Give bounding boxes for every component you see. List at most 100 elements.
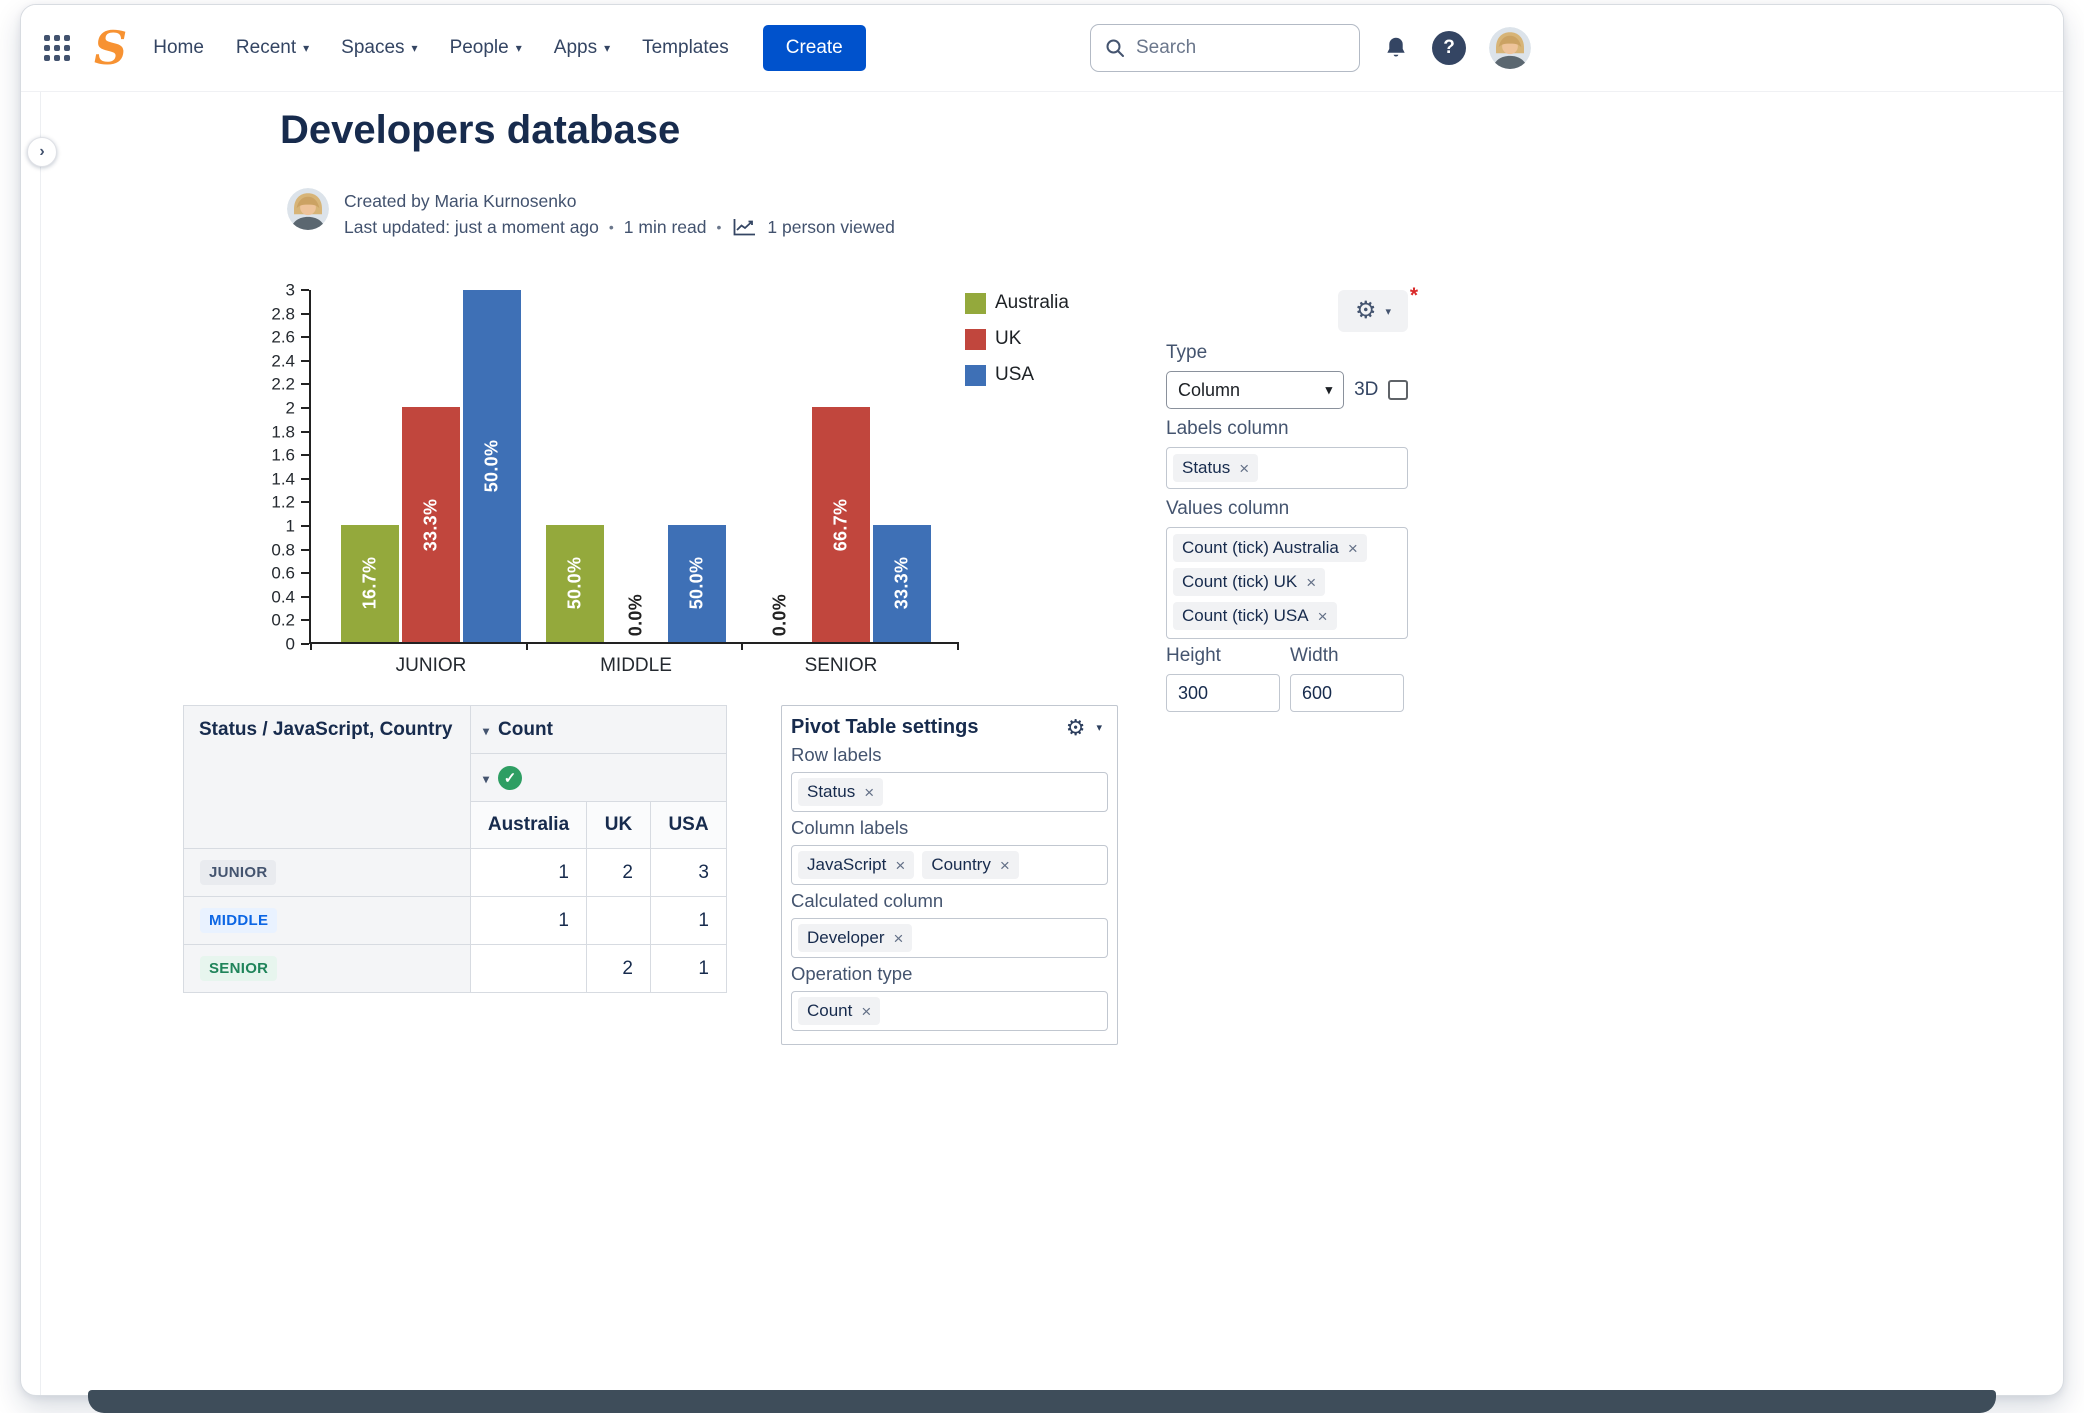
nav-item-people[interactable]: People ▾	[450, 37, 522, 59]
app-window: S Home Recent ▾ Spaces ▾ People ▾	[20, 4, 2064, 1396]
collapse-chevron-icon[interactable]: ▾	[483, 724, 489, 738]
tag-count[interactable]: Count ×	[798, 997, 880, 1025]
calculated-column-field[interactable]: Developer ×	[791, 918, 1108, 958]
search-input[interactable]	[1136, 37, 1345, 59]
nav-label: Home	[153, 37, 204, 59]
tag-count-australia[interactable]: Count (tick) Australia ×	[1173, 534, 1367, 562]
notifications-bell-icon[interactable]	[1383, 35, 1409, 61]
tag-country[interactable]: Country ×	[922, 851, 1018, 879]
row-labels-label: Row labels	[791, 744, 1108, 766]
chart-settings-gear-button[interactable]: ⚙ ▾ *	[1338, 290, 1408, 332]
y-tick-label: 1.2	[271, 494, 295, 511]
tag-label: Status	[1182, 458, 1230, 478]
height-width-inputs	[1166, 674, 1408, 712]
tag-status[interactable]: Status ×	[798, 778, 883, 806]
author-avatar[interactable]	[287, 188, 329, 230]
sidebar-expand-button[interactable]: ›	[27, 137, 57, 167]
bar-uk-senior: 66.7%	[812, 407, 870, 642]
x-category-label: JUNIOR	[341, 655, 521, 677]
nav-item-templates[interactable]: Templates	[642, 37, 729, 59]
chevron-down-icon: ▾	[303, 41, 309, 55]
create-button[interactable]: Create	[763, 25, 866, 71]
bar-slot: 33.3%	[402, 290, 460, 642]
nav-item-apps[interactable]: Apps ▾	[554, 37, 610, 59]
x-tick-mark	[310, 642, 312, 650]
remove-icon[interactable]: ×	[1348, 540, 1358, 557]
tag-label: Developer	[807, 928, 885, 948]
y-tick-mark	[301, 336, 309, 338]
values-column-field[interactable]: Count (tick) Australia × Count (tick) UK…	[1166, 527, 1408, 639]
height-width-labels: Height Width	[1166, 645, 1408, 667]
legend-swatch	[965, 365, 986, 386]
remove-icon[interactable]: ×	[864, 784, 874, 801]
nav-label: Templates	[642, 37, 729, 59]
tag-label: Count (tick) USA	[1182, 606, 1309, 626]
pivot-col-header-australia: Australia	[471, 802, 587, 849]
labels-column-field[interactable]: Status ×	[1166, 447, 1408, 489]
app-switcher-icon[interactable]	[44, 35, 70, 61]
page-content: › Developers database Created by Maria K…	[21, 92, 2063, 1396]
required-marker: *	[1410, 284, 1418, 308]
column-labels-field[interactable]: JavaScript × Country ×	[791, 845, 1108, 885]
remove-icon[interactable]: ×	[861, 1003, 871, 1020]
operation-type-field[interactable]: Count ×	[791, 991, 1108, 1031]
pivot-settings-header: Pivot Table settings ⚙ ▾	[791, 716, 1108, 739]
bar-slot: 0.0%	[607, 290, 665, 642]
remove-icon[interactable]: ×	[1000, 857, 1010, 874]
window-bottom-edge	[88, 1390, 1996, 1413]
bar-value-label: 50.0%	[482, 440, 503, 493]
remove-icon[interactable]: ×	[894, 930, 904, 947]
chart-type-select[interactable]: Column ▾	[1166, 371, 1344, 409]
calculated-column-label: Calculated column	[791, 890, 1108, 912]
bar-value-label: 16.7%	[360, 557, 381, 610]
y-tick-mark	[301, 360, 309, 362]
remove-icon[interactable]: ×	[1318, 608, 1328, 625]
threed-checkbox[interactable]	[1388, 380, 1408, 400]
bullet-separator: •	[609, 214, 614, 240]
legend-item-uk: UK	[965, 328, 1069, 350]
remove-icon[interactable]: ×	[1239, 460, 1249, 477]
help-button[interactable]: ?	[1432, 31, 1466, 65]
page-title: Developers database	[280, 108, 680, 153]
row-labels-field[interactable]: Status ×	[791, 772, 1108, 812]
y-tick-mark	[301, 313, 309, 315]
pivot-col-header-usa: USA	[651, 802, 727, 849]
y-tick-mark	[301, 431, 309, 433]
pivot-col-header-uk: UK	[587, 802, 651, 849]
pivot-cell: 1	[651, 945, 727, 993]
nav-item-home[interactable]: Home	[153, 37, 204, 59]
remove-icon[interactable]: ×	[1306, 574, 1316, 591]
product-logo[interactable]: S	[94, 25, 127, 71]
legend-swatch	[965, 293, 986, 314]
y-tick-mark	[301, 596, 309, 598]
pivot-table: Status / JavaScript, Country ▾Count ▾✓ A…	[183, 705, 727, 993]
height-label: Height	[1166, 645, 1280, 667]
y-tick-label: 1	[286, 518, 295, 535]
search-box[interactable]	[1090, 24, 1360, 72]
pivot-cell: 1	[471, 897, 587, 945]
tag-developer[interactable]: Developer ×	[798, 924, 912, 952]
pivot-settings-gear-button[interactable]: ⚙ ▾	[1066, 717, 1108, 739]
nav-item-spaces[interactable]: Spaces ▾	[341, 37, 417, 59]
tag-label: Country	[931, 855, 991, 875]
width-input[interactable]	[1290, 674, 1404, 712]
pivot-cell: 3	[651, 849, 727, 897]
height-input[interactable]	[1166, 674, 1280, 712]
tag-javascript[interactable]: JavaScript ×	[798, 851, 914, 879]
gear-icon: ⚙	[1066, 717, 1086, 739]
search-icon	[1105, 38, 1125, 58]
tag-label: Count	[807, 1001, 852, 1021]
bullet-separator: •	[716, 214, 721, 240]
x-tick-mark	[741, 642, 743, 650]
tag-count-usa[interactable]: Count (tick) USA ×	[1173, 602, 1337, 630]
user-avatar[interactable]	[1489, 27, 1531, 69]
type-row: Column ▾ 3D	[1166, 371, 1408, 409]
top-navigation-bar: S Home Recent ▾ Spaces ▾ People ▾	[21, 5, 2063, 92]
chart-settings-panel: ⚙ ▾ * Type Column ▾ 3D Labels column Sta…	[1166, 290, 1408, 712]
remove-icon[interactable]: ×	[895, 857, 905, 874]
nav-item-recent[interactable]: Recent ▾	[236, 37, 309, 59]
tag-count-uk[interactable]: Count (tick) UK ×	[1173, 568, 1325, 596]
y-tick-mark	[301, 549, 309, 551]
collapse-chevron-icon[interactable]: ▾	[483, 772, 489, 786]
tag-status[interactable]: Status ×	[1173, 454, 1258, 482]
